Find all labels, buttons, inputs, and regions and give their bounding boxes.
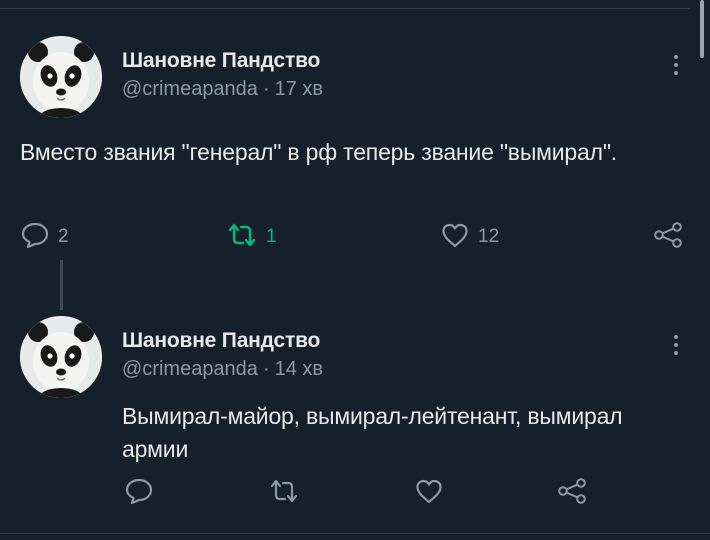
share-button[interactable] (652, 220, 684, 254)
like-button[interactable] (414, 476, 452, 510)
separator: · (262, 78, 270, 100)
share-icon (556, 477, 588, 510)
tweet-header: Шановне Пандство @crimeapanda · 17 хв (122, 48, 323, 101)
reply-button[interactable]: 2 (20, 220, 69, 254)
tweet-header: Шановне Пандство @crimeapanda · 14 хв (122, 328, 323, 381)
share-button[interactable] (556, 476, 588, 510)
handle[interactable]: @crimeapanda (122, 358, 258, 380)
more-options-icon[interactable] (672, 54, 680, 76)
separator: · (262, 358, 270, 380)
timeline: Шановне Пандство @crimeapanda · 17 хв Вмес… (0, 0, 710, 540)
like-icon (414, 477, 444, 510)
like-button[interactable]: 12 (440, 220, 499, 254)
more-options-icon[interactable] (672, 334, 680, 356)
tweet-meta: @crimeapanda · 17 хв (122, 77, 323, 101)
like-count: 12 (478, 226, 500, 247)
like-icon (440, 221, 470, 254)
tweet-text: Вымирал-майор, вымирал-лейтенант, вымира… (122, 403, 623, 462)
thread-connector (60, 260, 63, 310)
share-icon (652, 221, 684, 254)
timestamp[interactable]: 14 хв (275, 358, 323, 380)
tweet-text: Вместо звания "генерал" в рф теперь зван… (20, 139, 617, 165)
reply-button[interactable] (124, 476, 162, 510)
display-name[interactable]: Шановне Пандство (122, 328, 323, 354)
reply-count: 2 (58, 226, 69, 247)
tweet-actions: 2 1 12 (0, 220, 710, 254)
reply-icon (20, 221, 50, 254)
retweet-button[interactable]: 1 (226, 220, 277, 254)
display-name[interactable]: Шановне Пандство (122, 48, 323, 74)
retweet-icon (268, 477, 300, 510)
retweet-icon (226, 221, 258, 254)
divider (0, 533, 710, 534)
avatar[interactable] (20, 316, 102, 398)
retweet-button[interactable] (268, 476, 308, 510)
scrollbar[interactable] (700, 0, 704, 58)
retweet-count: 1 (266, 226, 277, 247)
tweet-meta: @crimeapanda · 14 хв (122, 357, 323, 381)
reply-icon (124, 477, 154, 510)
divider (0, 8, 690, 9)
handle[interactable]: @crimeapanda (122, 78, 258, 100)
tweet-actions (0, 476, 710, 510)
avatar[interactable] (20, 36, 102, 118)
timestamp[interactable]: 17 хв (275, 78, 323, 100)
